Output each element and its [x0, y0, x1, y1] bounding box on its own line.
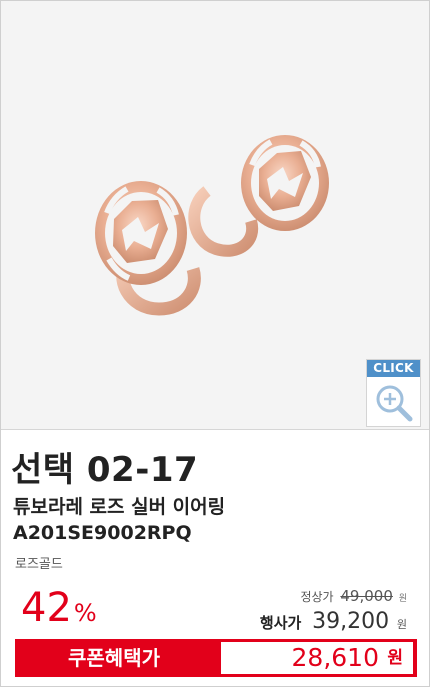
- zoom-button[interactable]: CLICK: [366, 359, 421, 427]
- product-image[interactable]: CLICK: [1, 1, 429, 429]
- magnifier-icon: [376, 385, 412, 422]
- coupon-price-label: 쿠폰혜택가: [68, 646, 160, 670]
- product-name[interactable]: 튜보라레 로즈 실버 이어링: [13, 492, 225, 519]
- earring-front: [95, 181, 201, 316]
- zoom-button-label: CLICK: [367, 360, 420, 377]
- earrings-illustration: [95, 135, 329, 316]
- product-code: A201SE9002RPQ: [13, 522, 192, 544]
- coupon-price-currency: 원: [387, 648, 403, 668]
- regular-price-value: 49,000: [340, 587, 393, 605]
- sale-price-label: 행사가: [259, 614, 302, 632]
- discount-unit: %: [73, 599, 97, 627]
- regular-price-label: 정상가: [300, 590, 334, 604]
- discount-number: 42: [21, 585, 72, 631]
- earring-back: [188, 135, 329, 257]
- sale-price-value: 39,200: [312, 609, 390, 634]
- coupon-price-bar[interactable]: 쿠폰혜택가 28,610 원: [15, 639, 417, 677]
- coupon-price-box: 28,610 원: [221, 642, 413, 674]
- sale-price-currency: 원: [396, 618, 407, 631]
- coupon-price-value: 28,610: [291, 643, 379, 672]
- promo-title: 선택 02-17: [11, 450, 199, 490]
- regular-price-currency: 원: [398, 594, 407, 604]
- discount-rate: 42%: [21, 585, 97, 631]
- product-info: 선택 02-17 튜보라레 로즈 실버 이어링 A201SE9002RPQ 로즈…: [1, 430, 429, 686]
- product-color: 로즈골드: [15, 557, 63, 572]
- regular-price: 정상가 49,000 원: [300, 587, 407, 605]
- sale-price: 행사가 39,200 원: [260, 609, 407, 634]
- product-card[interactable]: CLICK 선택 02-17 튜보라레 로즈 실버 이어링 A201SE9002…: [0, 0, 430, 687]
